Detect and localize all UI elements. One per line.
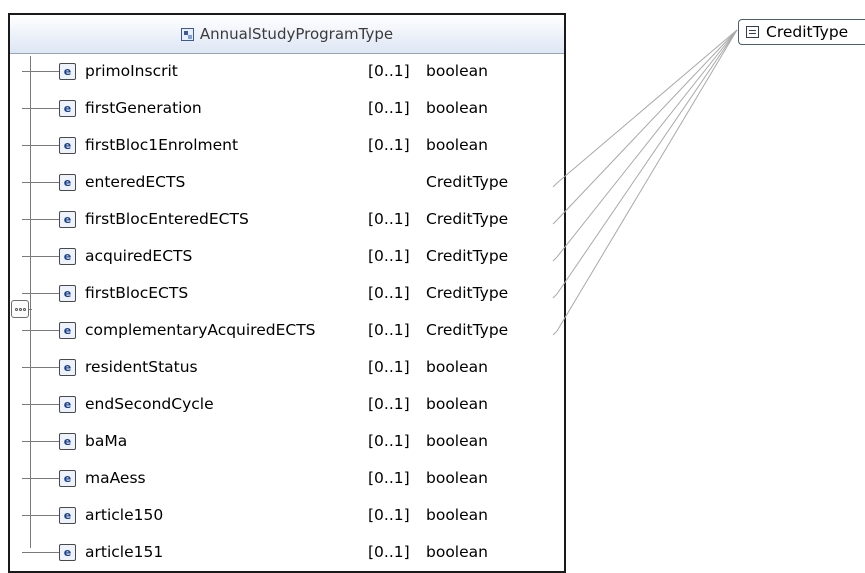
type-reference-tick — [552, 330, 558, 336]
credit-type-label: CreditType — [766, 23, 849, 41]
credit-type-node[interactable]: CreditType — [738, 19, 865, 45]
type-reference-line — [556, 29, 738, 295]
simple-type-list-icon — [746, 26, 759, 38]
type-reference-line — [556, 29, 738, 332]
type-reference-links — [552, 29, 738, 336]
type-reference-line — [556, 29, 738, 258]
type-reference-tick — [552, 182, 558, 188]
type-reference-tick — [552, 293, 558, 299]
type-reference-tick — [552, 256, 558, 262]
type-reference-line — [556, 29, 738, 221]
type-reference-line — [556, 29, 738, 184]
type-reference-tick — [552, 219, 558, 225]
